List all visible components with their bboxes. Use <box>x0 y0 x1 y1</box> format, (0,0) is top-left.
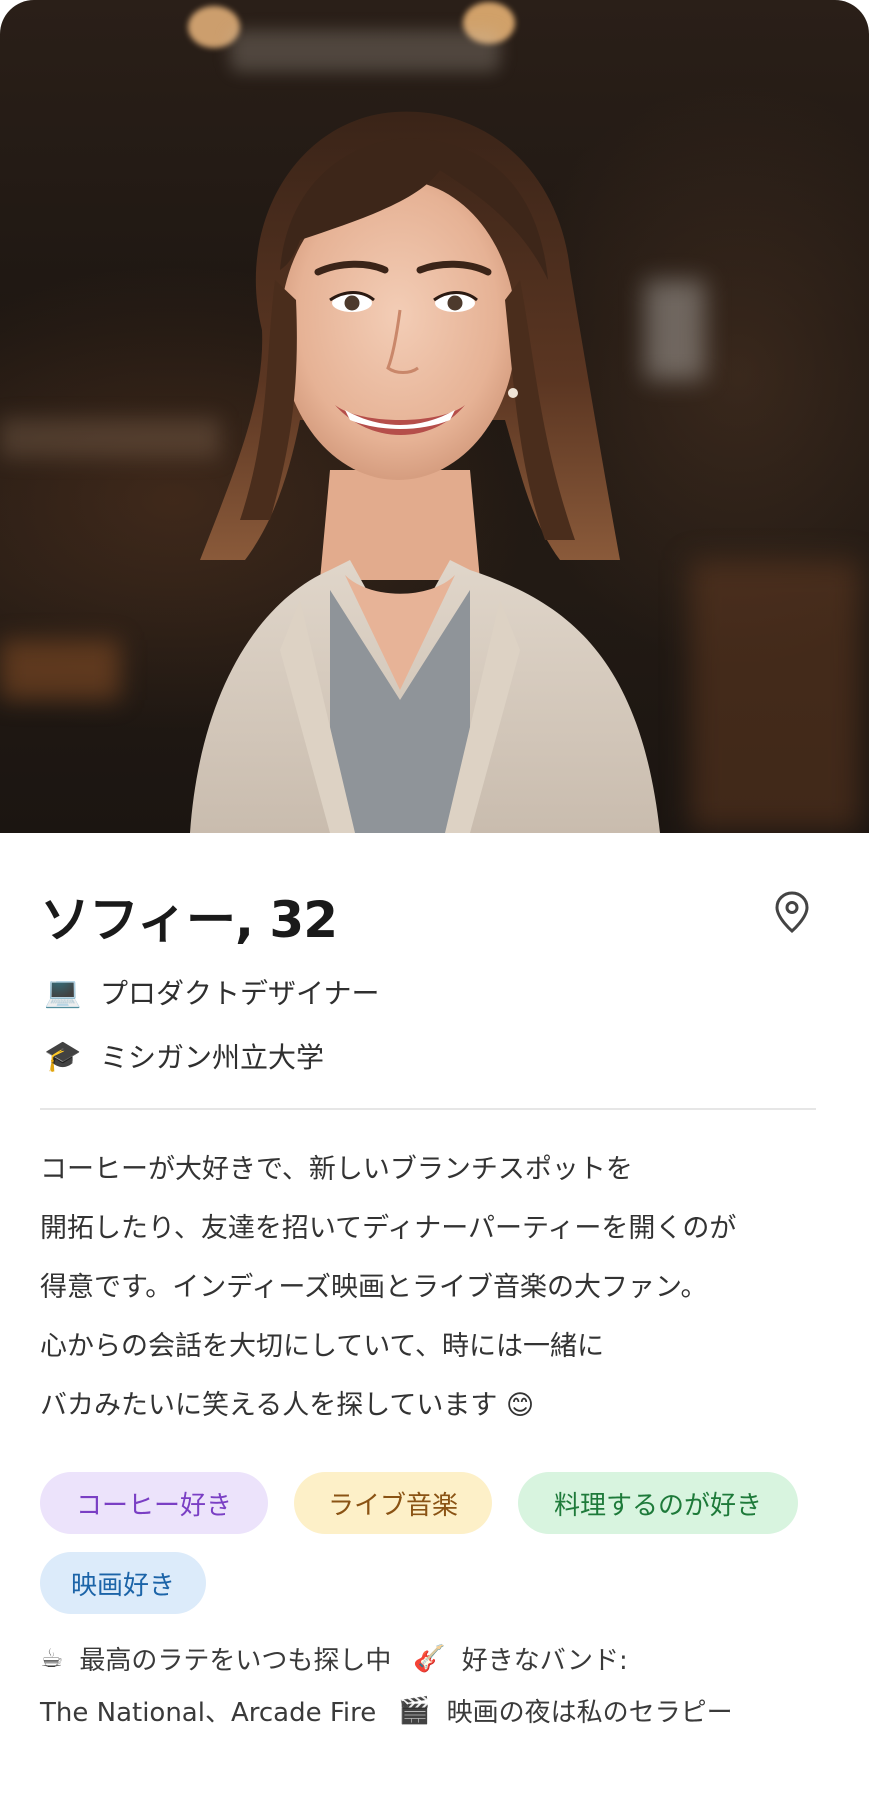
bio-line: コーヒーが大好きで、新しいブランチスポットを <box>40 1154 633 1185</box>
profile-card[interactable]: ソフィー, 32 💻 プロダクトデザイナー 🎓 ミシガン州立大学 コーヒーが大好… <box>0 0 869 1810</box>
bio-text: コーヒーが大好きで、新しいブランチスポットを 開拓したり、友達を招いてディナーパ… <box>40 1140 830 1435</box>
bio-line: 開拓したり、友達を招いてディナーパーティーを開くのが <box>40 1213 737 1244</box>
profile-photo[interactable] <box>0 0 869 833</box>
bio-line: バカみたいに笑える人を探しています 😊 <box>40 1390 535 1421</box>
tag-cooking-lover[interactable]: 料理するのが好き <box>518 1472 798 1534</box>
person-portrait <box>190 111 660 833</box>
fact-latte: 最高のラテをいつも探し中 <box>79 1646 392 1676</box>
fact-line: The National、Arcade Fire 🎬 映画の夜は私のセラピー <box>40 1692 733 1729</box>
job-row: 💻 プロダクトデザイナー <box>40 972 379 1012</box>
fact-bands-label: 好きなバンド: <box>461 1646 628 1676</box>
location-button[interactable] <box>770 888 814 936</box>
tag-movie-lover[interactable]: 映画好き <box>40 1552 206 1614</box>
tag-live-music[interactable]: ライブ音楽 <box>294 1472 492 1534</box>
bio-line: 得意です。インディーズ映画とライブ音楽の大ファン。 <box>40 1272 708 1303</box>
graduation-cap-icon: 🎓 <box>44 1038 82 1074</box>
coffee-icon: ☕ <box>40 1643 64 1674</box>
clapperboard-icon: 🎬 <box>398 1695 431 1726</box>
laptop-icon: 💻 <box>44 974 82 1010</box>
fact-movie-night: 映画の夜は私のセラピー <box>446 1698 733 1728</box>
bio-line: 心からの会話を大切にしていて、時には一緒に <box>40 1331 605 1362</box>
tag-coffee-lover[interactable]: コーヒー好き <box>40 1472 268 1534</box>
education-school: ミシガン州立大学 <box>100 1041 325 1074</box>
education-row: 🎓 ミシガン州立大学 <box>40 1036 324 1076</box>
fact-bands-list: The National、Arcade Fire <box>40 1698 377 1728</box>
divider <box>40 1108 816 1110</box>
profile-name-age: ソフィー, 32 <box>40 891 338 949</box>
location-pin-icon <box>775 891 809 933</box>
fact-line: ☕ 最高のラテをいつも探し中 🎸 好きなバンド: <box>40 1640 628 1677</box>
job-title: プロダクトデザイナー <box>100 977 380 1010</box>
guitar-icon: 🎸 <box>413 1643 446 1674</box>
